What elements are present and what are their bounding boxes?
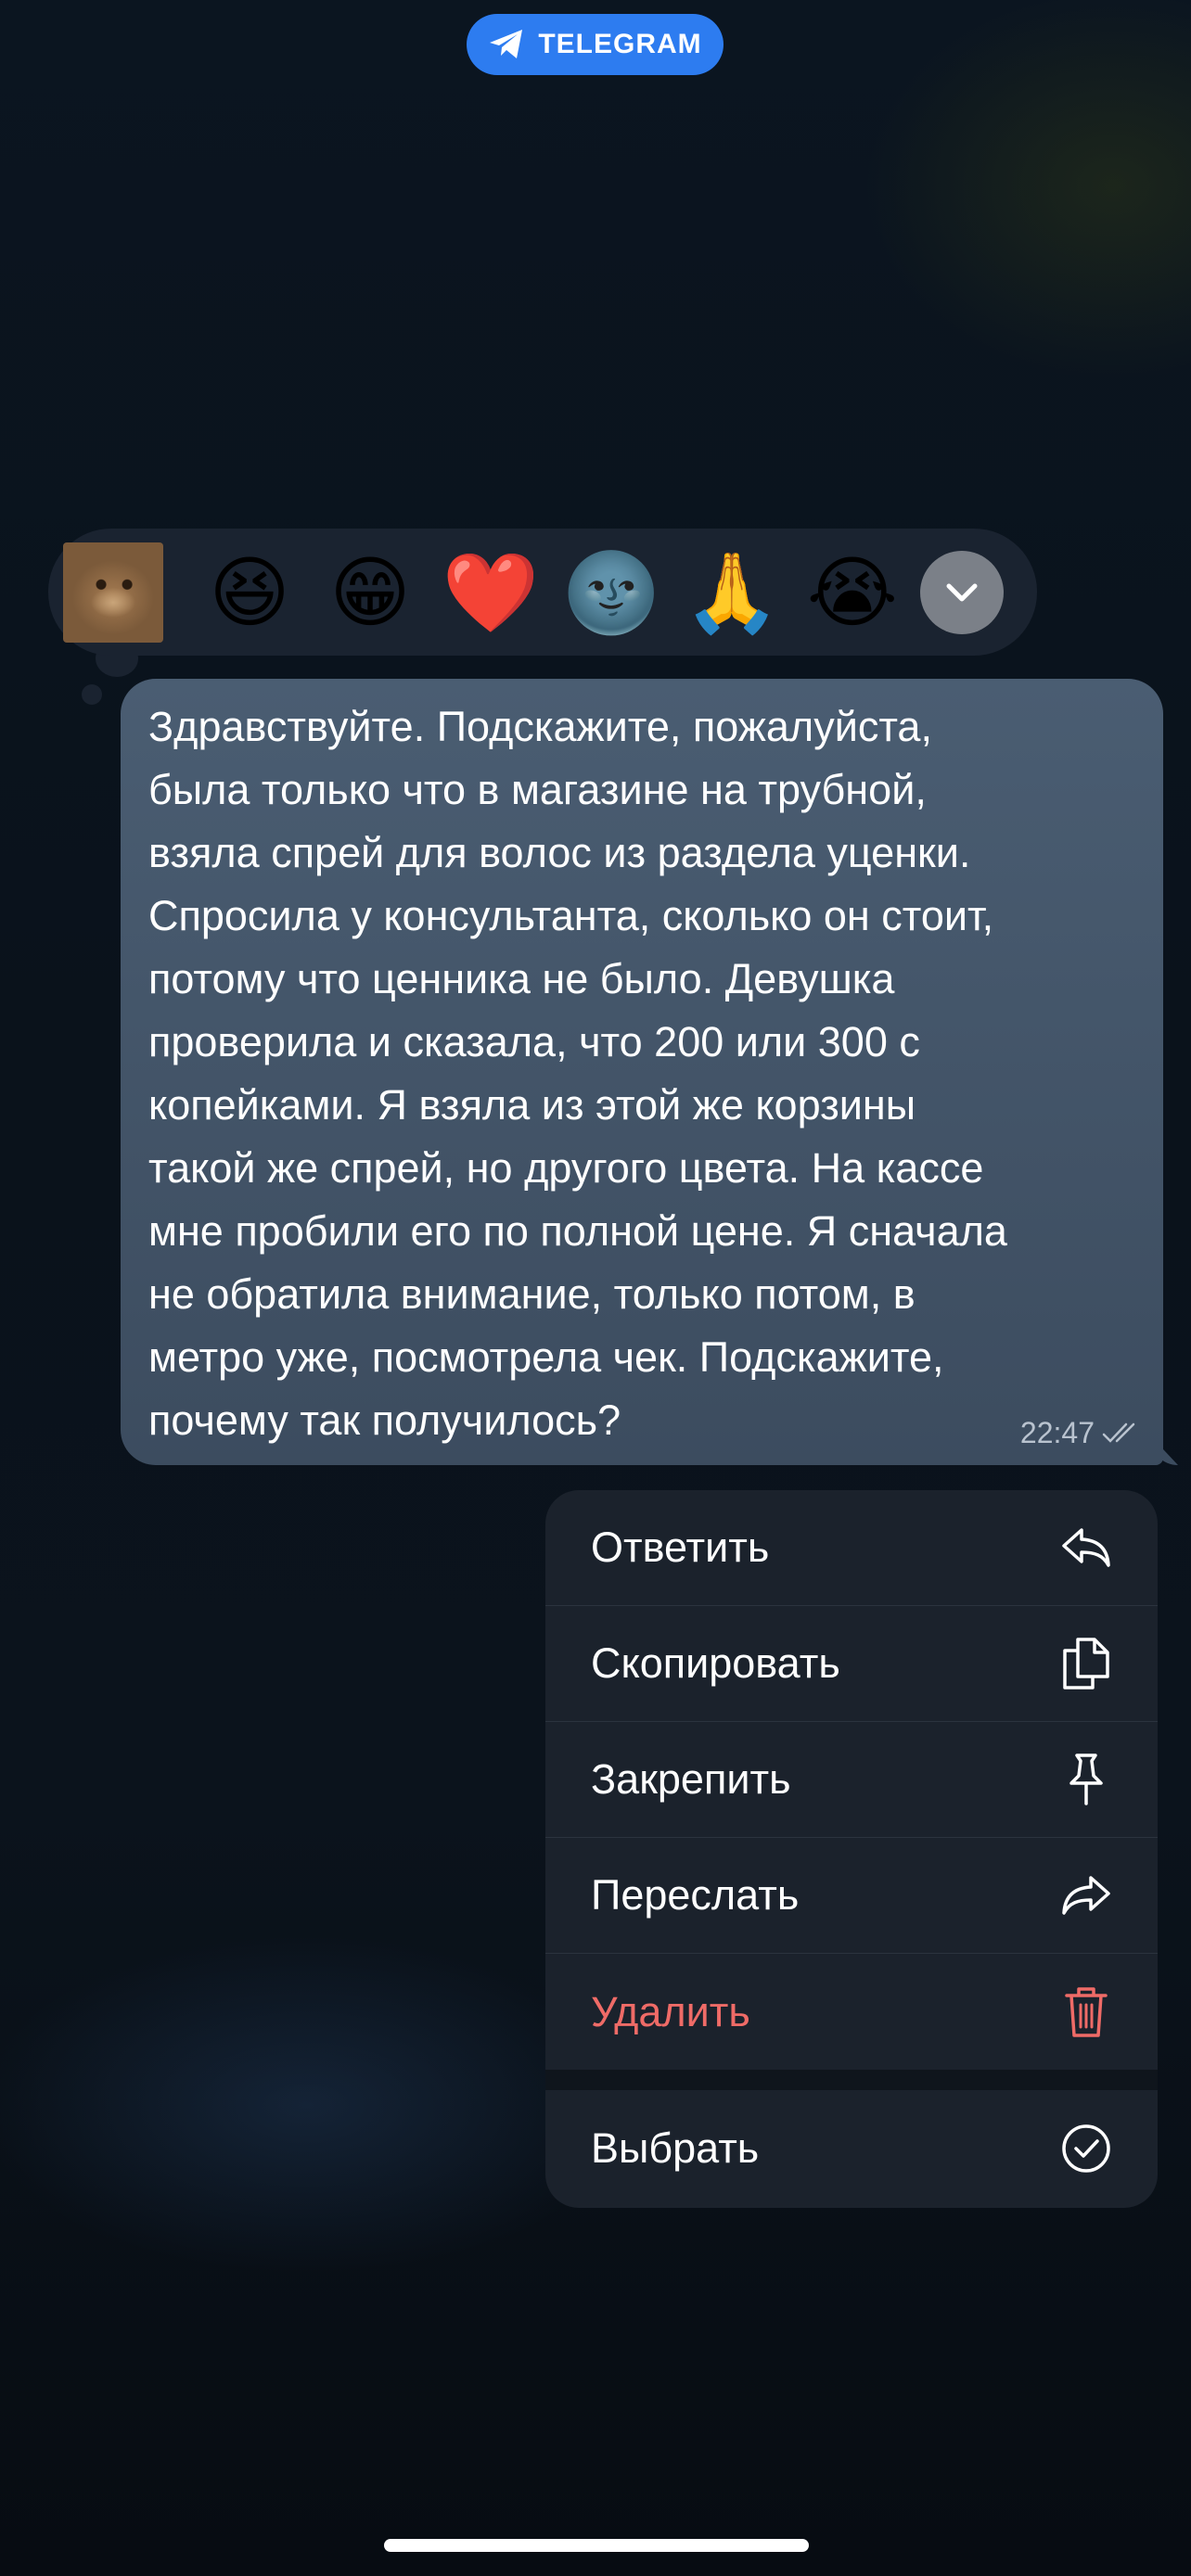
telegram-plane-icon [490,30,523,58]
home-indicator[interactable] [384,2539,809,2552]
message-meta: 22:47 [1020,1416,1143,1450]
crying-reaction[interactable]: 😭 [792,529,913,656]
telegram-label: TELEGRAM [538,29,702,59]
menu-item-label: Закрепить [591,1755,791,1803]
menu-item-copy[interactable]: Скопировать [545,1606,1158,1722]
telegram-pill[interactable]: TELEGRAM [467,14,724,75]
menu-item-label: Удалить [591,1987,750,2035]
copy-icon [1059,1637,1113,1690]
forward-icon [1059,1868,1113,1922]
pin-icon [1059,1753,1113,1806]
menu-separator [545,2070,1158,2090]
folded-hands-reaction[interactable]: 🙏 [672,529,792,656]
cat-sticker-reaction[interactable] [63,542,163,643]
moon-face-reaction[interactable]: 🌚 [551,529,672,656]
menu-item-label: Выбрать [591,2123,760,2172]
reaction-bar: 😆 😁 ❤️ 🌚 🙏 😭 [48,529,1037,656]
reply-icon [1059,1521,1113,1575]
heart-reaction[interactable]: ❤️ [430,529,551,656]
menu-item-select[interactable]: Выбрать [545,2090,1158,2206]
chevron-down-icon [946,583,978,601]
trash-icon [1059,1985,1113,2039]
expand-reactions-button[interactable] [920,550,1004,634]
double-check-icon [1102,1422,1135,1443]
menu-item-label: Скопировать [591,1639,840,1687]
message-bubble[interactable]: Здравствуйте. Подскажите, пожалуйста, бы… [121,679,1163,1465]
laughing-reaction[interactable]: 😆 [189,529,310,656]
menu-item-pin[interactable]: Закрепить [545,1722,1158,1838]
message-context-menu: Ответить Скопировать Закрепить Переслать [545,1490,1158,2208]
message-text: Здравствуйте. Подскажите, пожалуйста, бы… [148,703,1007,1444]
menu-item-label: Переслать [591,1871,800,1919]
check-circle-icon [1059,2122,1113,2175]
menu-item-forward[interactable]: Переслать [545,1838,1158,1954]
menu-item-label: Ответить [591,1524,770,1571]
reaction-bubble-tail-dot [82,684,102,705]
grinning-reaction[interactable]: 😁 [310,529,430,656]
menu-item-reply[interactable]: Ответить [545,1490,1158,1606]
menu-item-delete[interactable]: Удалить [545,1954,1158,2070]
message-time: 22:47 [1019,1416,1095,1449]
